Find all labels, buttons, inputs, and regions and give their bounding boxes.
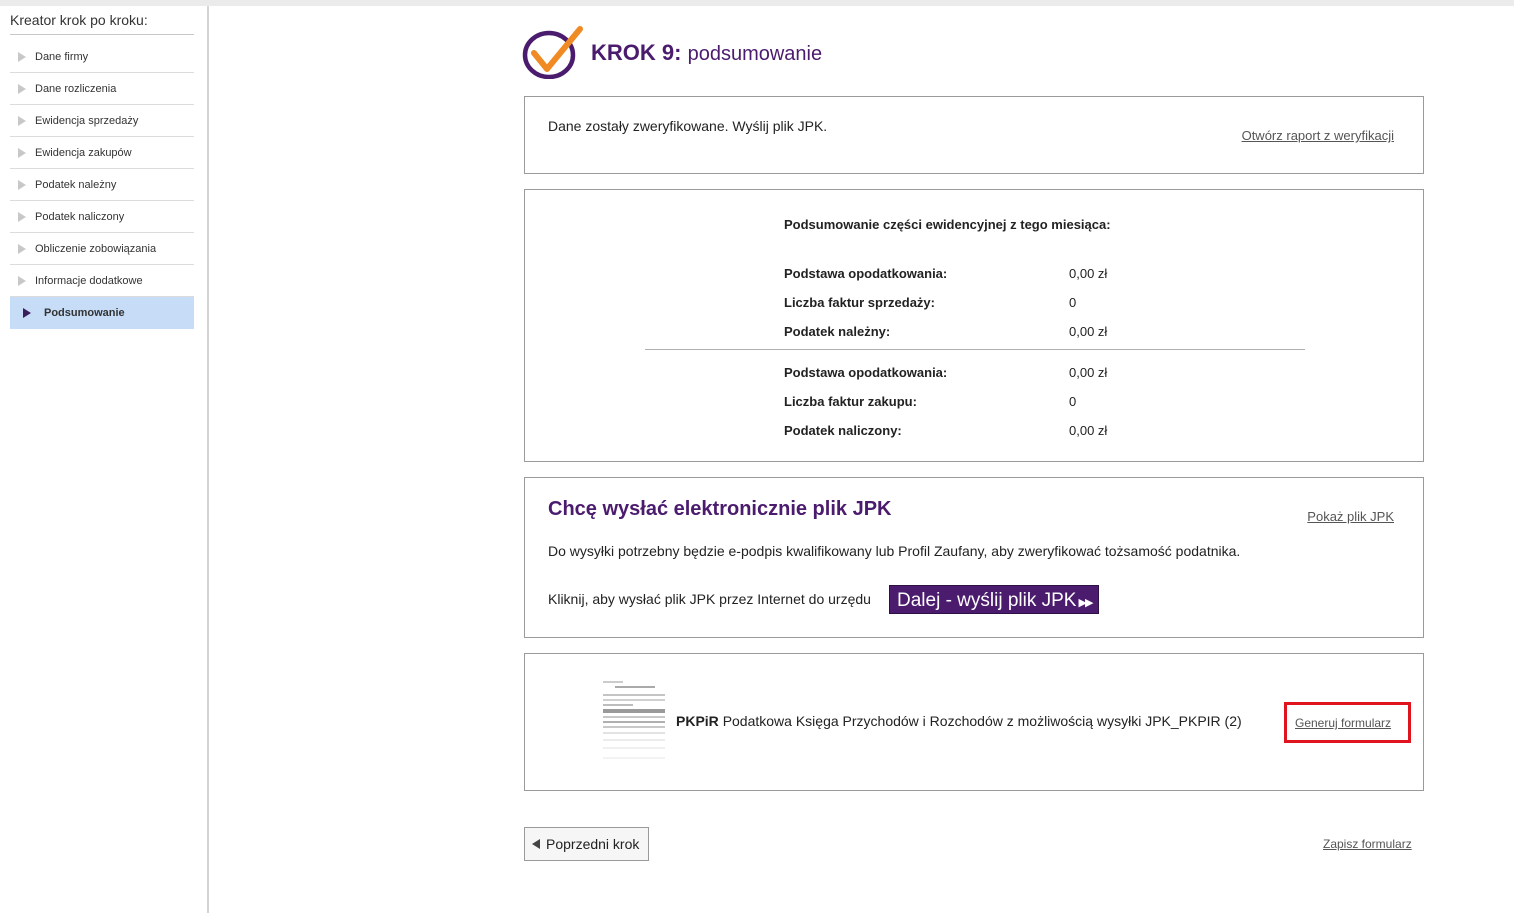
output-tax-label: Podatek należny: <box>784 324 891 339</box>
sidebar-item-label: Ewidencja zakupów <box>35 146 132 159</box>
step-number: KROK 9: <box>591 40 682 65</box>
save-form-link[interactable]: Zapisz formularz <box>1323 837 1412 851</box>
generate-form-link[interactable]: Generuj formularz <box>1295 716 1391 730</box>
sidebar-item-label: Dane firmy <box>35 50 89 63</box>
form-title: Podatkowa Księga Przychodów i Rozchodów … <box>722 713 1242 729</box>
previous-step-label: Poprzedni krok <box>546 836 640 852</box>
form-thumbnail <box>601 677 667 767</box>
previous-step-button[interactable]: Poprzedni krok <box>524 827 649 861</box>
sidebar-item-podsumowanie[interactable]: Podsumowanie <box>10 297 194 329</box>
sidebar-item-label: Podsumowanie <box>44 307 125 319</box>
sidebar-item-informacje-dodatkowe[interactable]: Informacje dodatkowe <box>10 265 194 297</box>
sidebar-list: Dane firmy Dane rozliczenia Ewidencja sp… <box>10 41 194 329</box>
show-jpk-link[interactable]: Pokaż plik JPK <box>1307 509 1394 524</box>
input-tax-label: Podatek naliczony: <box>784 423 902 438</box>
sidebar-item-label: Podatek naliczony <box>35 210 125 223</box>
sidebar-item-label: Obliczenie zobowiązania <box>35 242 157 255</box>
sidebar-item-ewidencja-sprzedazy[interactable]: Ewidencja sprzedaży <box>10 105 194 137</box>
sales-base-label: Podstawa opodatkowania: <box>784 266 948 281</box>
send-jpk-button[interactable]: Dalej - wyślij plik JPK ▶▶ <box>889 585 1100 614</box>
sidebar-item-label: Informacje dodatkowe <box>35 274 143 287</box>
form-description: PKPiR Podatkowa Księga Przychodów i Rozc… <box>676 713 1242 729</box>
form-code: PKPiR <box>676 713 719 729</box>
sidebar-item-label: Dane rozliczenia <box>35 82 117 95</box>
sidebar-divider <box>10 34 194 35</box>
purchase-invoice-count-label: Liczba faktur zakupu: <box>784 394 917 409</box>
sidebar-item-label: Ewidencja sprzedaży <box>35 114 139 127</box>
triangle-right-icon <box>23 308 31 318</box>
sidebar-item-podatek-naliczony[interactable]: Podatek naliczony <box>10 201 194 233</box>
triangle-right-icon <box>18 275 26 286</box>
send-title: Chcę wysłać elektronicznie plik JPK <box>548 498 892 520</box>
purchase-base-value: 0,00 zł <box>1069 365 1108 380</box>
send-instruction: Kliknij, aby wysłać plik JPK przez Inter… <box>548 591 871 607</box>
sidebar-item-dane-firmy[interactable]: Dane firmy <box>10 41 194 73</box>
summary-divider <box>645 349 1305 350</box>
sidebar-item-label: Podatek należny <box>35 178 117 191</box>
input-tax-value: 0,00 zł <box>1069 423 1108 438</box>
verification-message: Dane zostały zweryfikowane. Wyślij plik … <box>548 118 828 134</box>
sales-invoice-count-label: Liczba faktur sprzedaży: <box>784 295 935 310</box>
send-panel: Chcę wysłać elektronicznie plik JPK Poka… <box>524 477 1424 638</box>
sales-invoice-count-value: 0 <box>1069 295 1077 310</box>
send-description: Do wysyłki potrzebny będzie e-podpis kwa… <box>548 543 1241 559</box>
triangle-right-icon <box>18 211 26 222</box>
triangle-right-icon <box>18 83 26 94</box>
triangle-left-icon <box>532 839 540 849</box>
top-bar <box>0 0 1514 6</box>
triangle-right-icon <box>18 179 26 190</box>
summary-panel: Podsumowanie części ewidencyjnej z tego … <box>524 189 1424 462</box>
verification-panel: Dane zostały zweryfikowane. Wyślij plik … <box>524 96 1424 174</box>
sidebar-item-podatek-nalezny[interactable]: Podatek należny <box>10 169 194 201</box>
triangle-right-icon <box>18 115 26 126</box>
sidebar-item-ewidencja-zakupow[interactable]: Ewidencja zakupów <box>10 137 194 169</box>
output-tax-value: 0,00 zł <box>1069 324 1108 339</box>
checkmark-logo-icon <box>522 26 583 79</box>
triangle-right-icon <box>18 147 26 158</box>
step-subtitle: podsumowanie <box>687 43 823 65</box>
open-report-link[interactable]: Otwórz raport z weryfikacji <box>1242 128 1394 143</box>
summary-heading: Podsumowanie części ewidencyjnej z tego … <box>784 217 1111 232</box>
page-title: KROK 9: podsumowanie <box>591 40 822 66</box>
sidebar-item-obliczenie-zobowiazania[interactable]: Obliczenie zobowiązania <box>10 233 194 265</box>
send-jpk-button-label: Dalej - wyślij plik JPK <box>897 590 1077 611</box>
sales-base-value: 0,00 zł <box>1069 266 1108 281</box>
purchase-base-label: Podstawa opodatkowania: <box>784 365 948 380</box>
triangle-right-icon <box>18 51 26 62</box>
fast-forward-icon: ▶▶ <box>1078 597 1093 609</box>
sidebar: Kreator krok po kroku: Dane firmy Dane r… <box>0 6 209 913</box>
sidebar-item-dane-rozliczenia[interactable]: Dane rozliczenia <box>10 73 194 105</box>
sidebar-title: Kreator krok po kroku: <box>10 12 148 28</box>
generate-form-highlight: Generuj formularz <box>1284 702 1411 743</box>
purchase-invoice-count-value: 0 <box>1069 394 1077 409</box>
triangle-right-icon <box>18 243 26 254</box>
